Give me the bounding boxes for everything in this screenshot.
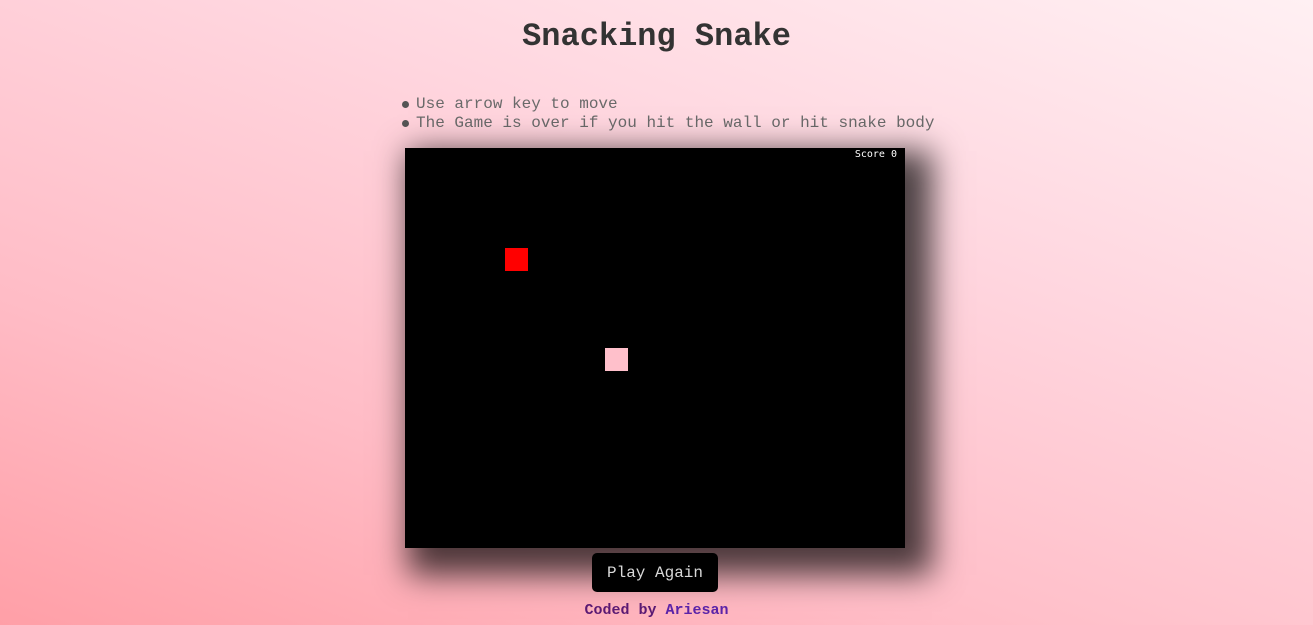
score-display: Score 0	[854, 149, 897, 160]
instructions-list: Use arrow key to move The Game is over i…	[400, 95, 934, 133]
bullet-icon	[402, 120, 409, 127]
play-again-button[interactable]: Play Again	[592, 553, 718, 592]
footer-credit: Coded by Ariesan	[0, 602, 1313, 620]
game-board[interactable]: Score 0	[405, 148, 905, 548]
instruction-text: Use arrow key to move	[416, 95, 618, 113]
instruction-item: The Game is over if you hit the wall or …	[400, 114, 934, 133]
bullet-icon	[402, 101, 409, 108]
food-block	[505, 248, 528, 271]
author-name[interactable]: Ariesan	[666, 602, 729, 619]
snake-head	[605, 348, 628, 371]
credit-prefix: Coded by	[584, 602, 657, 619]
instruction-text: The Game is over if you hit the wall or …	[416, 114, 935, 132]
page-title: Snacking Snake	[522, 18, 791, 55]
instruction-item: Use arrow key to move	[400, 95, 934, 114]
